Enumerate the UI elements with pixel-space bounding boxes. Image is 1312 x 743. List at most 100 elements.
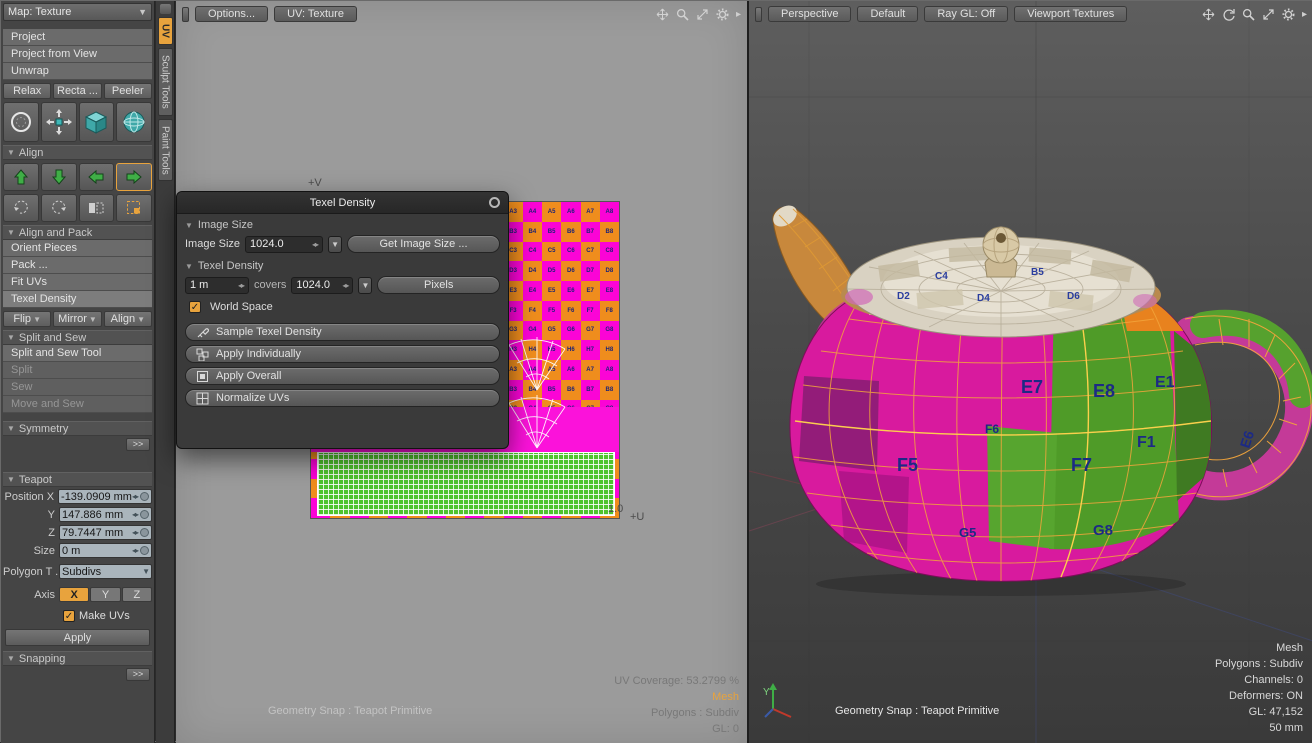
pan-icon[interactable] bbox=[656, 8, 669, 21]
single-tile-icon bbox=[196, 370, 209, 383]
dialog-titlebar[interactable]: Texel Density bbox=[177, 192, 508, 214]
spinner-icon[interactable]: ◂▸ bbox=[238, 281, 244, 290]
snapping-section-header[interactable]: ▼ Snapping bbox=[3, 651, 152, 666]
mirror-dropdown[interactable]: Mirror▼ bbox=[53, 311, 101, 327]
maximize-icon[interactable] bbox=[1262, 8, 1275, 21]
world-space-checkbox[interactable]: ✓ bbox=[189, 301, 201, 313]
checker-cell: F4 bbox=[523, 301, 542, 321]
image-size-field[interactable]: 1024.0 ◂▸ bbox=[245, 236, 323, 253]
list-item-unwrap[interactable]: Unwrap bbox=[3, 63, 152, 80]
split-sew-section-header[interactable]: ▼ Split and Sew bbox=[3, 330, 152, 345]
apply-overall-button[interactable]: Apply Overall bbox=[185, 367, 500, 385]
tab-uv[interactable]: UV bbox=[158, 17, 173, 45]
list-item-split-sew-tool[interactable]: Split and Sew Tool bbox=[3, 345, 152, 362]
spinner-icon[interactable]: ◂▸ bbox=[132, 510, 138, 519]
maximize-icon[interactable] bbox=[696, 8, 709, 21]
align-right-button[interactable] bbox=[116, 163, 152, 191]
position-x-field[interactable]: -139.0909 mm ◂▸ bbox=[58, 489, 152, 504]
align-pack-section-header[interactable]: ▼ Align and Pack bbox=[3, 225, 152, 240]
axis-y-button[interactable]: Y bbox=[90, 587, 120, 602]
image-size-section-header[interactable]: ▼ Image Size bbox=[177, 214, 508, 233]
list-item-texel-density[interactable]: Texel Density bbox=[3, 291, 152, 308]
pan-icon[interactable] bbox=[1202, 8, 1215, 21]
rectangle-button[interactable]: Recta ... bbox=[53, 83, 101, 99]
zoom-icon[interactable] bbox=[676, 8, 689, 21]
relax-button[interactable]: Relax bbox=[3, 83, 51, 99]
collapse-triangle-icon: ▼ bbox=[7, 654, 15, 663]
cube-project-tool-button[interactable] bbox=[79, 102, 115, 142]
get-image-size-button[interactable]: Get Image Size ... bbox=[347, 235, 500, 253]
map-texture-dropdown[interactable]: Map: Texture ▼ bbox=[3, 3, 152, 21]
list-item-orient-pieces[interactable]: Orient Pieces bbox=[3, 240, 152, 257]
pixels-dropdown-icon[interactable]: ▼ bbox=[358, 277, 372, 294]
align-dropdown[interactable]: Align▼ bbox=[104, 311, 152, 327]
flip-dropdown[interactable]: Flip▼ bbox=[3, 311, 51, 327]
fit-region-button[interactable] bbox=[116, 194, 152, 222]
options-button[interactable]: Options... bbox=[195, 6, 268, 22]
keyframe-dot-icon[interactable] bbox=[140, 546, 149, 555]
align-up-button[interactable] bbox=[3, 163, 39, 191]
density-pixels-field[interactable]: 1024.0 ◂▸ bbox=[291, 277, 353, 294]
symmetry-section-header[interactable]: ▼ Symmetry bbox=[3, 421, 152, 436]
panel-more-icon[interactable]: ▸ bbox=[736, 9, 741, 20]
align-down-button[interactable] bbox=[41, 163, 77, 191]
sphere-project-tool-button[interactable] bbox=[116, 102, 152, 142]
keyframe-dot-icon[interactable] bbox=[140, 492, 149, 501]
keyframe-dot-icon[interactable] bbox=[140, 510, 149, 519]
spinner-icon[interactable]: ◂▸ bbox=[312, 240, 318, 249]
align-left-button[interactable] bbox=[79, 163, 115, 191]
list-item-pack[interactable]: Pack ... bbox=[3, 257, 152, 274]
default-shading-button[interactable]: Default bbox=[857, 6, 918, 22]
spinner-icon[interactable]: ◂▸ bbox=[342, 281, 348, 290]
dialog-pin-icon[interactable] bbox=[489, 197, 500, 208]
teapot-section-header[interactable]: ▼ Teapot bbox=[3, 472, 152, 487]
texel-density-section-header[interactable]: ▼ Texel Density bbox=[177, 255, 508, 274]
size-field[interactable]: 0 m ◂▸ bbox=[59, 543, 152, 558]
apply-individually-button[interactable]: Apply Individually bbox=[185, 345, 500, 363]
polygon-type-dropdown[interactable]: Subdivs ▼ bbox=[59, 564, 152, 579]
flip-shape-button[interactable] bbox=[79, 194, 115, 222]
position-z-field[interactable]: 79.7447 mm ◂▸ bbox=[59, 525, 152, 540]
viewport-textures-button[interactable]: Viewport Textures bbox=[1014, 6, 1127, 22]
rotate-ccw-button[interactable] bbox=[3, 194, 39, 222]
uv-texture-map-button[interactable]: UV: Texture bbox=[274, 6, 357, 22]
snapping-expand-button[interactable]: >> bbox=[126, 668, 150, 681]
peeler-button[interactable]: Peeler bbox=[104, 83, 152, 99]
panel-more-icon[interactable]: ▸ bbox=[1302, 9, 1307, 20]
tab-sculpt-tools[interactable]: Sculpt Tools bbox=[158, 48, 173, 116]
axis-z-button[interactable]: Z bbox=[122, 587, 152, 602]
tab-strip-grip[interactable] bbox=[160, 4, 171, 14]
position-y-field[interactable]: 147.886 mm ◂▸ bbox=[59, 507, 152, 522]
toolbar-grip[interactable] bbox=[755, 7, 762, 22]
uv-select-tool-button[interactable] bbox=[3, 102, 39, 142]
transform-tool-button[interactable] bbox=[41, 102, 77, 142]
list-item-project[interactable]: Project bbox=[3, 29, 152, 46]
tab-paint-tools[interactable]: Paint Tools bbox=[158, 119, 173, 182]
axis-x-button[interactable]: X bbox=[59, 587, 89, 602]
image-size-dropdown-icon[interactable]: ▼ bbox=[328, 236, 342, 253]
rotate-cw-button[interactable] bbox=[41, 194, 77, 222]
perspective-button[interactable]: Perspective bbox=[768, 6, 851, 22]
zoom-icon[interactable] bbox=[1242, 8, 1255, 21]
sample-texel-density-button[interactable]: Sample Texel Density bbox=[185, 323, 500, 341]
list-item-fit-uvs[interactable]: Fit UVs bbox=[3, 274, 152, 291]
normalize-uvs-button[interactable]: Normalize UVs bbox=[185, 389, 500, 407]
pixels-unit-dropdown[interactable]: Pixels bbox=[377, 276, 500, 294]
gear-icon[interactable] bbox=[716, 8, 729, 21]
ray-gl-button[interactable]: Ray GL: Off bbox=[924, 6, 1008, 22]
gear-icon[interactable] bbox=[1282, 8, 1295, 21]
rotate-icon[interactable] bbox=[1222, 8, 1235, 21]
spinner-icon[interactable]: ◂▸ bbox=[132, 546, 138, 555]
spinner-icon[interactable]: ◂▸ bbox=[132, 492, 138, 501]
viewport-3d-panel[interactable]: E7E8E1F5F7F1F6G8G5E6C4D4B5D6D2 Y Perspec… bbox=[749, 1, 1312, 743]
teapot-uv-label: B5 bbox=[1031, 267, 1044, 278]
toolbar-grip[interactable] bbox=[182, 7, 189, 22]
align-section-header[interactable]: ▼ Align bbox=[3, 145, 152, 160]
make-uvs-checkbox[interactable]: ✓ bbox=[63, 610, 75, 622]
symmetry-expand-button[interactable]: >> bbox=[126, 438, 150, 451]
apply-button[interactable]: Apply bbox=[5, 629, 150, 646]
density-size-field[interactable]: 1 m ◂▸ bbox=[185, 277, 249, 294]
spinner-icon[interactable]: ◂▸ bbox=[132, 528, 138, 537]
keyframe-dot-icon[interactable] bbox=[140, 528, 149, 537]
list-item-project-from-view[interactable]: Project from View bbox=[3, 46, 152, 63]
